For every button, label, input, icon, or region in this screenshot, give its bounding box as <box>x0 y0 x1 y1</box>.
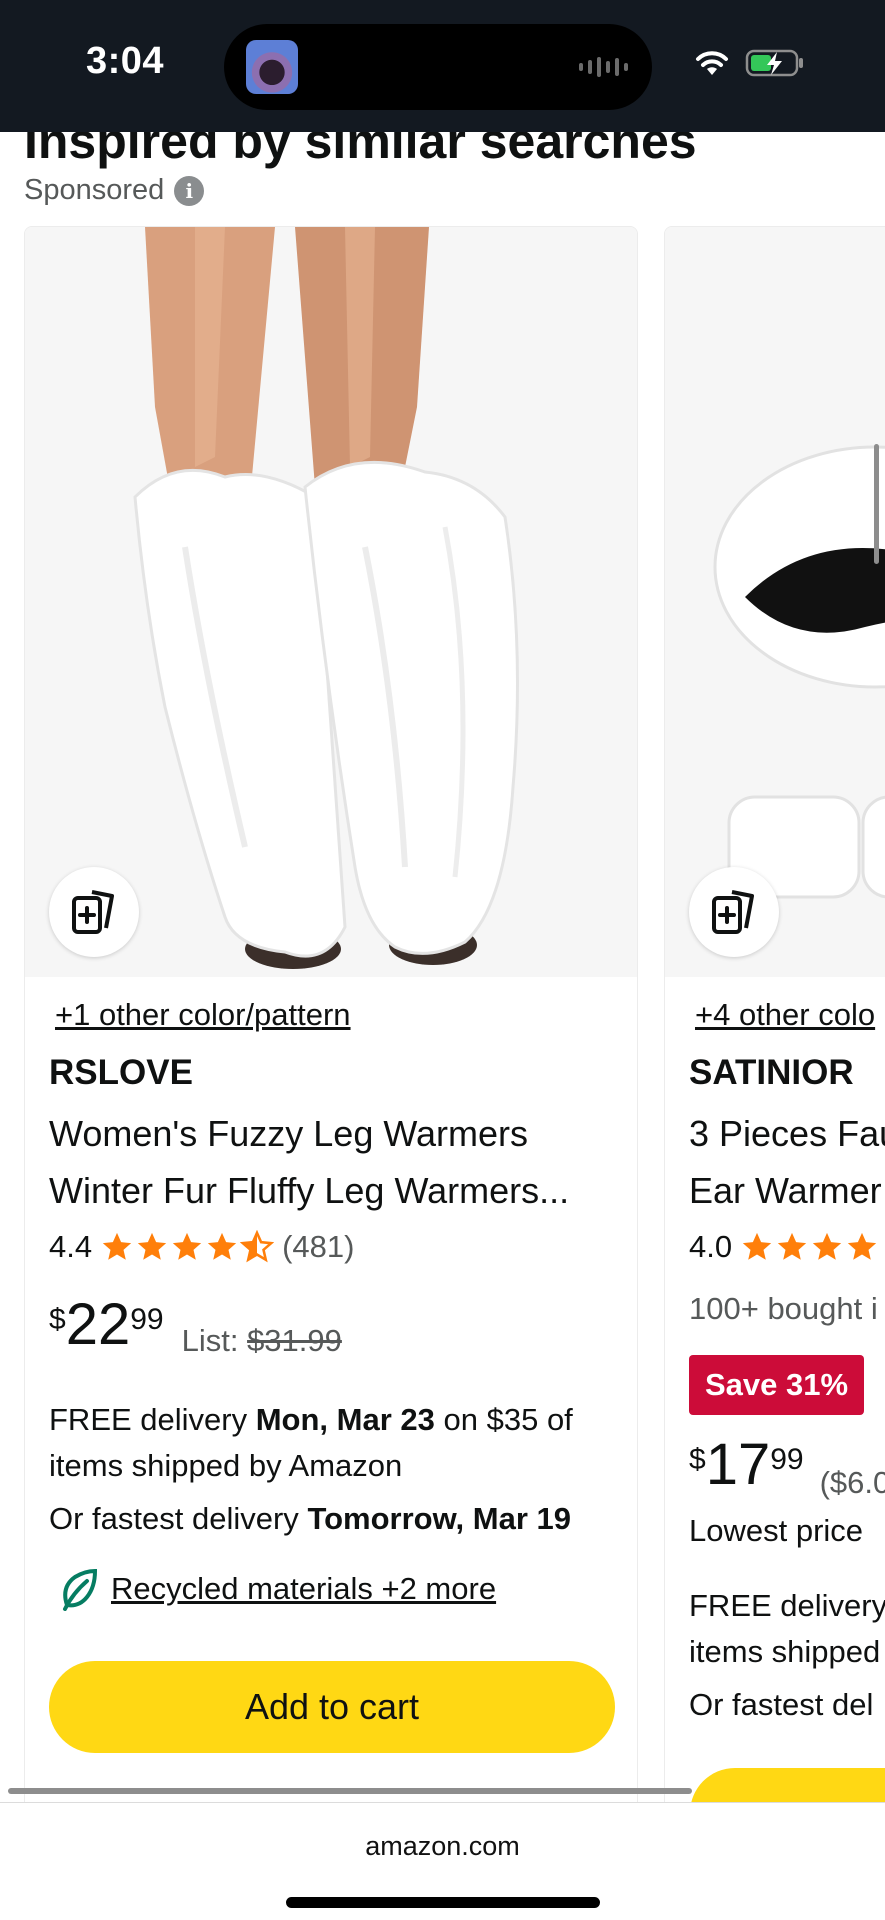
star-full-icon <box>847 1232 877 1260</box>
audio-waveform-icon <box>579 56 628 78</box>
star-full-icon <box>777 1232 807 1260</box>
price-symbol: $ <box>689 1443 706 1476</box>
price-row: $ 22 99 List: $31.99 <box>49 1295 342 1359</box>
rating-value: 4.0 <box>689 1229 733 1264</box>
lowest-price-label: Lowest price <box>689 1513 864 1548</box>
product-title-line-1[interactable]: Women's Fuzzy Leg Warmers <box>49 1105 609 1162</box>
delivery-date: Mon, Mar 23 <box>255 1402 435 1437</box>
sponsored-label[interactable]: Sponsored i <box>24 174 205 207</box>
earmuff-headband-image <box>665 227 885 977</box>
product-title[interactable]: 3 Pieces Fau Ear Warmer <box>689 1105 885 1219</box>
sponsored-text: Sponsored <box>24 174 165 206</box>
status-bar: 3:04 <box>0 0 885 132</box>
list-price-value: $31.99 <box>247 1323 342 1358</box>
add-to-cart-button[interactable]: Add to cart <box>49 1661 615 1753</box>
other-colors-link[interactable]: +1 other color/pattern <box>55 997 351 1033</box>
product-card[interactable]: +4 other colo SATINIOR 3 Pieces Fau Ear … <box>664 226 885 1802</box>
sustainability-link[interactable]: Recycled materials +2 more <box>111 1571 496 1607</box>
product-title[interactable]: Women's Fuzzy Leg Warmers Winter Fur Flu… <box>49 1105 609 1219</box>
price-symbol: $ <box>49 1303 66 1336</box>
home-indicator[interactable] <box>286 1897 600 1908</box>
compare-icon <box>712 890 754 934</box>
delivery-line-1: FREE delivery <box>689 1588 885 1623</box>
rating-row[interactable]: 4.4 (481) <box>49 1229 354 1265</box>
sustainability-feature[interactable]: Recycled materials +2 more <box>59 1567 496 1611</box>
price-fraction: 99 <box>770 1443 804 1476</box>
price-whole: 22 <box>65 1292 131 1357</box>
star-full-icon <box>207 1232 237 1260</box>
wifi-icon <box>696 51 728 75</box>
battery-charging-icon <box>745 49 803 77</box>
add-to-cart-button-peek[interactable] <box>690 1768 885 1802</box>
product-title-line-2[interactable]: Ear Warmer <box>689 1162 885 1219</box>
list-price: List: $31.99 <box>182 1323 342 1359</box>
fastest-delivery: Or fastest delivery Tomorrow, Mar 19 <box>49 1501 571 1537</box>
fastest-delivery: Or fastest del <box>689 1687 874 1722</box>
now-playing-avatar-icon[interactable] <box>246 40 298 94</box>
star-full-icon <box>742 1232 772 1260</box>
fastest-date: Tomorrow, Mar 19 <box>307 1501 571 1536</box>
product-title-line-2[interactable]: Winter Fur Fluffy Leg Warmers... <box>49 1162 609 1219</box>
dynamic-island[interactable] <box>224 24 652 110</box>
compare-button[interactable] <box>689 867 779 957</box>
page-content: Inspired by similar searches Sponsored i <box>0 132 885 1802</box>
other-colors-link[interactable]: +4 other colo <box>695 997 875 1033</box>
rating-row[interactable]: 4.0 <box>689 1229 879 1265</box>
star-full-icon <box>172 1232 202 1260</box>
unit-price: ($6.0 <box>819 1465 885 1500</box>
product-brand: SATINIOR <box>689 1053 854 1092</box>
star-rating-icon <box>100 1230 275 1264</box>
delivery-line-2: items shipped <box>689 1634 881 1669</box>
star-full-icon <box>137 1232 167 1260</box>
fastest-prefix: Or fastest delivery <box>49 1501 299 1536</box>
list-price-label: List: <box>181 1323 239 1358</box>
rating-value: 4.4 <box>49 1229 93 1264</box>
compare-icon <box>72 890 114 934</box>
product-image[interactable] <box>665 227 885 977</box>
star-full-icon <box>812 1232 842 1260</box>
delivery-info: FREE delivery items shipped <box>689 1583 885 1675</box>
product-image[interactable] <box>25 227 637 977</box>
horizontal-scrollbar[interactable] <box>8 1788 692 1794</box>
section-heading: Inspired by similar searches <box>24 132 697 169</box>
star-rating-icon <box>740 1230 879 1264</box>
price-whole: 17 <box>705 1432 771 1497</box>
compare-button[interactable] <box>49 867 139 957</box>
delivery-prefix: FREE delivery <box>49 1402 248 1437</box>
bought-count: 100+ bought i <box>689 1291 878 1326</box>
product-card[interactable]: +1 other color/pattern RSLOVE Women's Fu… <box>24 226 638 1802</box>
rating-count[interactable]: (481) <box>282 1229 354 1265</box>
product-title-line-1[interactable]: 3 Pieces Fau <box>689 1105 885 1162</box>
save-badge: Save 31% <box>689 1355 865 1415</box>
price-fraction: 99 <box>130 1303 164 1336</box>
price-row: $ 17 99 ($6.0 <box>689 1435 885 1501</box>
star-full-icon <box>102 1232 132 1260</box>
status-time: 3:04 <box>86 40 165 82</box>
leg-warmers-image <box>25 227 637 977</box>
leaf-icon <box>63 1568 98 1611</box>
url-bar[interactable]: amazon.com <box>0 1831 885 1862</box>
product-brand: RSLOVE <box>49 1053 193 1092</box>
browser-bottom-bar: amazon.com <box>0 1802 885 1920</box>
vertical-scrollbar[interactable] <box>874 444 879 564</box>
delivery-info: FREE delivery Mon, Mar 23 on $35 of item… <box>49 1397 629 1489</box>
info-icon[interactable]: i <box>174 175 205 206</box>
star-half-icon <box>240 1230 275 1263</box>
